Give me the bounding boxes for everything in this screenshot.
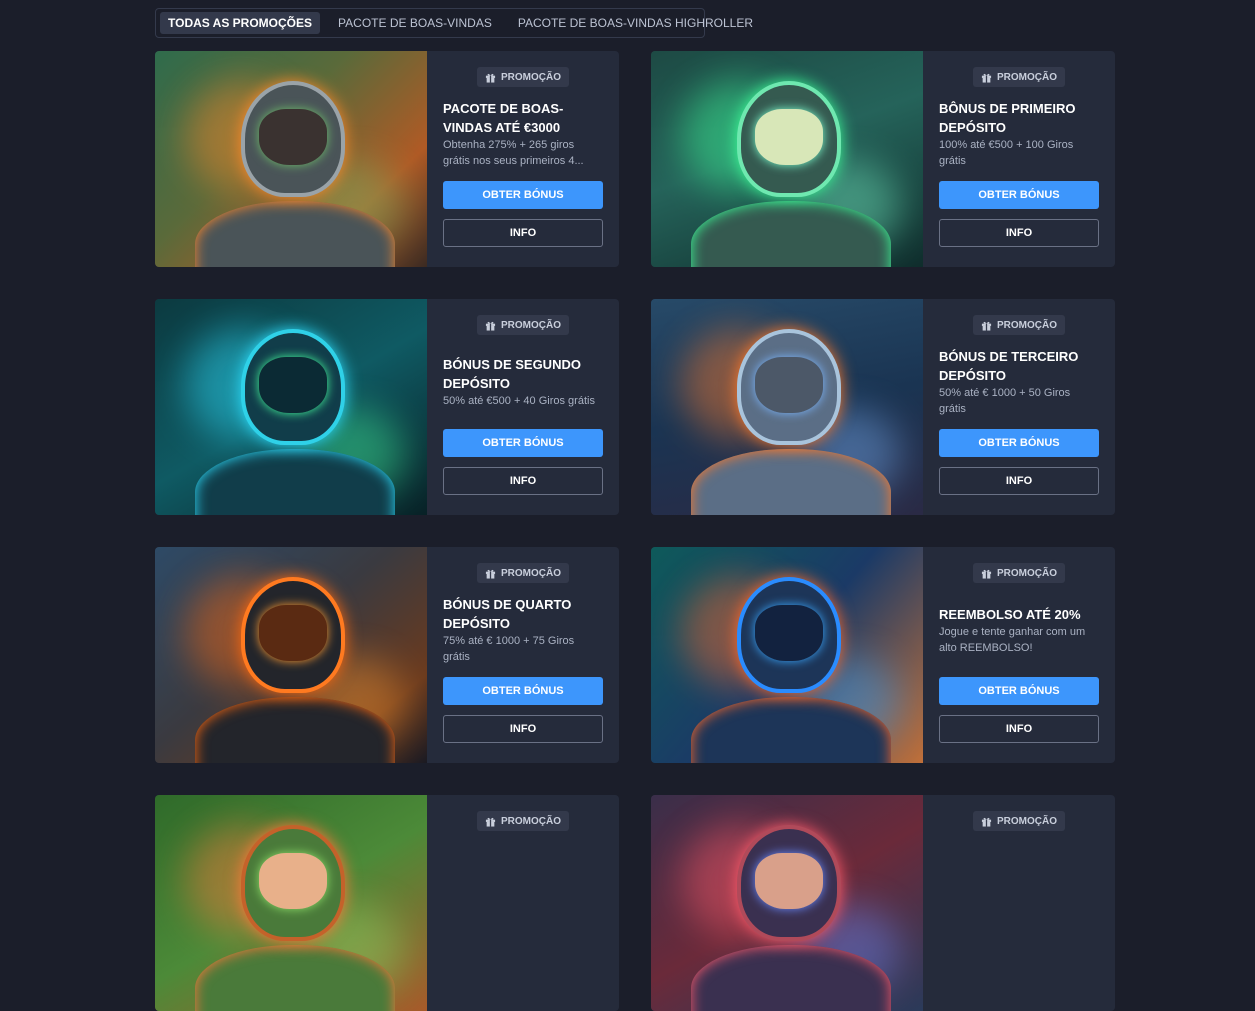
promo-title: REEMBOLSO ATÉ 20% (939, 606, 1081, 622)
promo-card: PROMOÇÃO (651, 795, 1115, 1011)
info-button[interactable]: INFO (443, 219, 603, 247)
gift-icon (485, 569, 496, 579)
astronaut-visor (755, 109, 823, 165)
promo-artwork (155, 51, 427, 267)
promo-artwork (651, 795, 923, 1011)
promotions-grid: PROMOÇÃO PACOTE DE BOAS-VINDAS ATÉ €3000… (155, 51, 1115, 1011)
promo-title: BÓNUS DE TERCEIRO DEPÓSITO (939, 349, 1079, 383)
promo-text: BÓNUS DE SEGUNDO DEPÓSITO 50% até €500 +… (443, 341, 603, 423)
promo-card: PROMOÇÃO BÓNUS DE SEGUNDO DEPÓSITO 50% a… (155, 299, 619, 515)
promo-card: PROMOÇÃO BÔNUS DE PRIMEIRO DEPÓSITO 100%… (651, 51, 1115, 267)
tab-welcome-package-highroller[interactable]: PACOTE DE BOAS-VINDAS HIGHROLLER (510, 12, 761, 34)
promo-badge-label: PROMOÇÃO (501, 319, 561, 331)
promo-info: PROMOÇÃO BÔNUS DE PRIMEIRO DEPÓSITO 100%… (923, 51, 1115, 267)
promo-title: BÓNUS DE SEGUNDO DEPÓSITO (443, 357, 581, 391)
promo-badge-label: PROMOÇÃO (501, 71, 561, 83)
get-bonus-button[interactable]: OBTER BÓNUS (939, 677, 1099, 705)
promo-info: PROMOÇÃO BÓNUS DE SEGUNDO DEPÓSITO 50% a… (427, 299, 619, 515)
promo-description: Obtenha 275% + 265 giros grátis nos seus… (443, 139, 584, 167)
promo-badge-label: PROMOÇÃO (501, 567, 561, 579)
promo-badge-label: PROMOÇÃO (997, 71, 1057, 83)
promo-artwork (651, 51, 923, 267)
info-button[interactable]: INFO (939, 467, 1099, 495)
gift-icon (485, 73, 496, 83)
info-button[interactable]: INFO (443, 467, 603, 495)
promo-description: 50% até €500 + 40 Giros grátis (443, 395, 595, 407)
astronaut-visor (755, 605, 823, 661)
promo-artwork (155, 547, 427, 763)
promo-title: PACOTE DE BOAS-VINDAS ATÉ €3000 (443, 101, 564, 135)
promo-badge: PROMOÇÃO (477, 811, 569, 831)
promo-badge: PROMOÇÃO (973, 563, 1065, 583)
promo-badge: PROMOÇÃO (973, 811, 1065, 831)
info-button[interactable]: INFO (443, 715, 603, 743)
promo-text: BÔNUS DE PRIMEIRO DEPÓSITO 100% até €500… (939, 93, 1099, 175)
get-bonus-button[interactable]: OBTER BÓNUS (443, 181, 603, 209)
astronaut-visor (259, 109, 327, 165)
promo-info: PROMOÇÃO (923, 795, 1115, 1011)
promo-card: PROMOÇÃO BÓNUS DE TERCEIRO DEPÓSITO 50% … (651, 299, 1115, 515)
promo-title: BÔNUS DE PRIMEIRO DEPÓSITO (939, 101, 1076, 135)
promo-badge: PROMOÇÃO (477, 315, 569, 335)
promo-badge-label: PROMOÇÃO (997, 815, 1057, 827)
promo-text: REEMBOLSO ATÉ 20% Jogue e tente ganhar c… (939, 589, 1099, 671)
promo-info: PROMOÇÃO BÓNUS DE QUARTO DEPÓSITO 75% at… (427, 547, 619, 763)
promo-card: PROMOÇÃO (155, 795, 619, 1011)
get-bonus-button[interactable]: OBTER BÓNUS (939, 181, 1099, 209)
gift-icon (981, 321, 992, 331)
promo-artwork (651, 547, 923, 763)
astronaut-visor (755, 357, 823, 413)
tab-welcome-package[interactable]: PACOTE DE BOAS-VINDAS (330, 12, 500, 34)
tab-all-promotions[interactable]: TODAS AS PROMOÇÕES (160, 12, 321, 34)
info-button[interactable]: INFO (939, 715, 1099, 743)
astronaut-visor (259, 605, 327, 661)
promo-badge: PROMOÇÃO (477, 67, 569, 87)
promo-badge: PROMOÇÃO (973, 315, 1065, 335)
gift-icon (981, 817, 992, 827)
promo-title: BÓNUS DE QUARTO DEPÓSITO (443, 597, 572, 631)
astronaut-visor (259, 357, 327, 413)
get-bonus-button[interactable]: OBTER BÓNUS (939, 429, 1099, 457)
promo-info: PROMOÇÃO (427, 795, 619, 1011)
promo-text: BÓNUS DE TERCEIRO DEPÓSITO 50% até € 100… (939, 341, 1099, 423)
promo-description: 100% até €500 + 100 Giros grátis (939, 139, 1074, 167)
promo-badge-label: PROMOÇÃO (997, 567, 1057, 579)
promo-badge-label: PROMOÇÃO (501, 815, 561, 827)
promo-info: PROMOÇÃO BÓNUS DE TERCEIRO DEPÓSITO 50% … (923, 299, 1115, 515)
gift-icon (981, 73, 992, 83)
astronaut-visor (755, 853, 823, 909)
get-bonus-button[interactable]: OBTER BÓNUS (443, 429, 603, 457)
promo-text: BÓNUS DE QUARTO DEPÓSITO 75% até € 1000 … (443, 589, 603, 671)
gift-icon (981, 569, 992, 579)
promo-card: PROMOÇÃO BÓNUS DE QUARTO DEPÓSITO 75% at… (155, 547, 619, 763)
promo-filter-tabs: TODAS AS PROMOÇÕES PACOTE DE BOAS-VINDAS… (155, 8, 753, 38)
promo-artwork (155, 795, 427, 1011)
promo-text: PACOTE DE BOAS-VINDAS ATÉ €3000 Obtenha … (443, 93, 603, 175)
promo-card: PROMOÇÃO PACOTE DE BOAS-VINDAS ATÉ €3000… (155, 51, 619, 267)
promo-artwork (651, 299, 923, 515)
promo-description: 50% até € 1000 + 50 Giros grátis (939, 387, 1071, 415)
promo-card: PROMOÇÃO REEMBOLSO ATÉ 20% Jogue e tente… (651, 547, 1115, 763)
gift-icon (485, 817, 496, 827)
promo-artwork (155, 299, 427, 515)
info-button[interactable]: INFO (939, 219, 1099, 247)
promo-info: PROMOÇÃO REEMBOLSO ATÉ 20% Jogue e tente… (923, 547, 1115, 763)
astronaut-visor (259, 853, 327, 909)
promo-description: 75% até € 1000 + 75 Giros grátis (443, 635, 575, 663)
promo-badge-label: PROMOÇÃO (997, 319, 1057, 331)
promo-badge: PROMOÇÃO (477, 563, 569, 583)
gift-icon (485, 321, 496, 331)
promo-badge: PROMOÇÃO (973, 67, 1065, 87)
get-bonus-button[interactable]: OBTER BÓNUS (443, 677, 603, 705)
promo-description: Jogue e tente ganhar com um alto REEMBOL… (939, 625, 1086, 654)
promo-info: PROMOÇÃO PACOTE DE BOAS-VINDAS ATÉ €3000… (427, 51, 619, 267)
